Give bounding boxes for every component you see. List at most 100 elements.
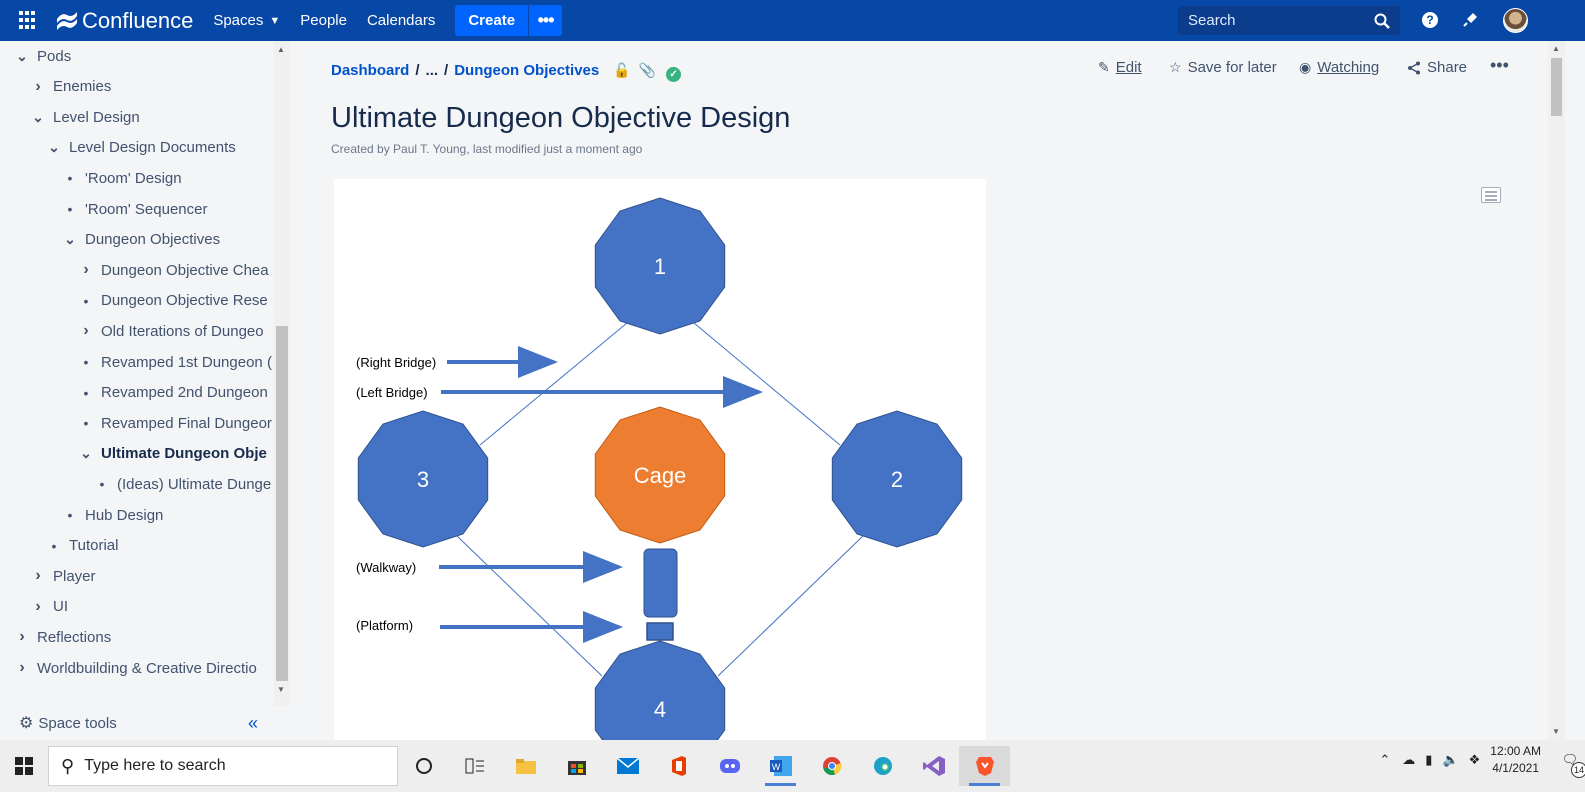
chevron-right-icon[interactable]: ›: [30, 78, 46, 96]
tree-item-label: Hub Design: [85, 506, 164, 524]
confluence-logo[interactable]: Confluence: [56, 8, 193, 34]
edge-2-4: [717, 534, 865, 677]
tree-item[interactable]: › Player: [30, 564, 95, 588]
more-actions-icon[interactable]: •••: [1490, 55, 1509, 76]
chevron-right-icon[interactable]: ›: [30, 598, 46, 616]
watching-button[interactable]: ◉ Watching: [1299, 59, 1379, 76]
onedrive-icon[interactable]: ☁: [1402, 752, 1415, 768]
chevron-right-icon[interactable]: ›: [78, 322, 94, 340]
avatar[interactable]: [1503, 8, 1528, 33]
chevron-up-icon[interactable]: ⌃: [1379, 752, 1390, 768]
tree-item[interactable]: • (Ideas) Ultimate Dunge: [94, 472, 272, 496]
tree-item[interactable]: • Dungeon Objective Rese: [78, 289, 268, 313]
tree-item[interactable]: › Reflections: [14, 625, 111, 649]
chevron-right-icon[interactable]: ›: [14, 628, 30, 646]
battery-icon[interactable]: ▮: [1425, 752, 1432, 768]
discord-icon[interactable]: [704, 746, 755, 786]
help-icon[interactable]: ?: [1420, 10, 1440, 30]
clock-time: 12:00 AM: [1490, 744, 1541, 758]
chevron-down-icon[interactable]: ⌄: [78, 445, 94, 462]
tree-item[interactable]: • 'Room' Sequencer: [62, 197, 208, 221]
chevron-down-icon[interactable]: ⌄: [30, 109, 46, 126]
dropbox-icon[interactable]: ❖: [1469, 752, 1481, 768]
chrome-icon[interactable]: [806, 746, 857, 786]
node-4-label: 4: [654, 697, 666, 722]
scroll-down-arrow-icon[interactable]: ▼: [1552, 727, 1560, 736]
windows-start-icon[interactable]: [0, 746, 48, 786]
tree-item[interactable]: › Enemies: [30, 75, 111, 99]
breadcrumb-dashboard[interactable]: Dashboard: [331, 62, 409, 79]
search-input[interactable]: Search: [1178, 6, 1400, 35]
star-icon: ☆: [1169, 59, 1182, 75]
breadcrumb-dungeon-objectives[interactable]: Dungeon Objectives: [454, 62, 599, 79]
chevron-down-icon[interactable]: ⌄: [46, 139, 62, 156]
tree-item[interactable]: • Revamped Final Dungeor: [78, 411, 272, 435]
more-create-options-icon[interactable]: •••: [528, 5, 562, 36]
scroll-up-arrow-icon[interactable]: ▲: [277, 45, 285, 54]
sidebar-scrollbar[interactable]: ▲ ▼: [274, 41, 290, 706]
chevron-down-icon[interactable]: ⌄: [62, 231, 78, 248]
action-center-icon[interactable]: 🗨 14: [1555, 752, 1585, 778]
nav-people[interactable]: People: [300, 12, 347, 29]
paperclip-icon[interactable]: 📎: [639, 62, 656, 79]
share-button[interactable]: Share: [1407, 59, 1467, 76]
bullet-icon: •: [83, 354, 89, 370]
chevron-down-icon[interactable]: ⌄: [14, 48, 30, 65]
office-icon[interactable]: [653, 746, 704, 786]
tree-item[interactable]: • Hub Design: [62, 503, 164, 527]
page-scroll-thumb[interactable]: [1551, 58, 1562, 116]
tree-item[interactable]: ⌄ Ultimate Dungeon Obje: [78, 442, 267, 466]
edge-1-3: [479, 322, 628, 446]
create-button[interactable]: Create •••: [455, 5, 563, 36]
scroll-down-arrow-icon[interactable]: ▼: [277, 685, 285, 694]
tree-item[interactable]: • Revamped 1st Dungeon (: [78, 350, 272, 374]
nav-spaces[interactable]: Spaces ▼: [213, 12, 280, 29]
unlock-icon[interactable]: 🔓: [613, 62, 630, 79]
chevron-right-icon[interactable]: ›: [78, 261, 94, 279]
tree-item[interactable]: › UI: [30, 595, 68, 619]
taskbar-search-input[interactable]: ⚲ Type here to search: [48, 746, 398, 786]
chevron-right-icon[interactable]: ›: [14, 659, 30, 677]
volume-icon[interactable]: 🔈: [1442, 752, 1458, 768]
sidebar-scroll-thumb[interactable]: [276, 326, 288, 681]
chevron-right-icon[interactable]: ›: [30, 567, 46, 585]
page-scrollbar[interactable]: ▲ ▼: [1548, 41, 1565, 740]
tree-item[interactable]: • 'Room' Design: [62, 166, 182, 190]
tree-item[interactable]: • Revamped 2nd Dungeon: [78, 381, 268, 405]
visual-studio-icon[interactable]: [908, 746, 959, 786]
tree-item-label: Tutorial: [69, 537, 119, 555]
tree-item[interactable]: ⌄ Dungeon Objectives: [62, 228, 220, 252]
save-for-later-button[interactable]: ☆ Save for later: [1169, 59, 1277, 76]
tree-item[interactable]: ⌄ Pods: [14, 44, 71, 68]
tree-item[interactable]: • Tutorial: [46, 534, 119, 558]
app-switcher-icon[interactable]: [19, 10, 39, 31]
task-view-icon[interactable]: [449, 746, 500, 786]
mail-icon[interactable]: [602, 746, 653, 786]
table-of-contents-icon[interactable]: [1481, 187, 1501, 203]
cortana-icon[interactable]: [398, 746, 449, 786]
clock[interactable]: 12:00 AM 4/1/2021: [1490, 743, 1541, 777]
collapse-sidebar-icon[interactable]: «: [248, 713, 258, 734]
tree-item[interactable]: ⌄ Level Design: [30, 105, 140, 129]
tree-item-label: 'Room' Sequencer: [85, 200, 208, 218]
tree-item[interactable]: › Dungeon Objective Chea: [78, 258, 268, 282]
brave-browser-icon[interactable]: [959, 746, 1010, 786]
word-icon[interactable]: W: [755, 746, 806, 786]
breadcrumb-separator: /: [415, 62, 420, 79]
file-explorer-icon[interactable]: [500, 746, 551, 786]
tree-item[interactable]: ⌄ Level Design Documents: [46, 136, 236, 160]
notifications-icon[interactable]: [1460, 10, 1480, 30]
nav-calendars[interactable]: Calendars: [367, 12, 435, 29]
space-tools-label: Space tools: [38, 714, 117, 732]
breadcrumb-ellipsis[interactable]: ...: [426, 62, 439, 79]
tree-item-label: UI: [53, 598, 68, 616]
edit-button[interactable]: ✎ Edit: [1098, 59, 1142, 76]
space-tools[interactable]: ⚙ Space tools «: [0, 706, 290, 740]
microsoft-store-icon[interactable]: [551, 746, 602, 786]
check-circle-icon: ✓: [666, 67, 682, 82]
tree-item[interactable]: › Worldbuilding & Creative Directio: [14, 656, 257, 680]
scroll-up-arrow-icon[interactable]: ▲: [1552, 44, 1560, 53]
edge-icon[interactable]: [857, 746, 908, 786]
tree-item[interactable]: › Old Iterations of Dungeo: [78, 319, 263, 343]
nav-calendars-label: Calendars: [366, 12, 436, 29]
